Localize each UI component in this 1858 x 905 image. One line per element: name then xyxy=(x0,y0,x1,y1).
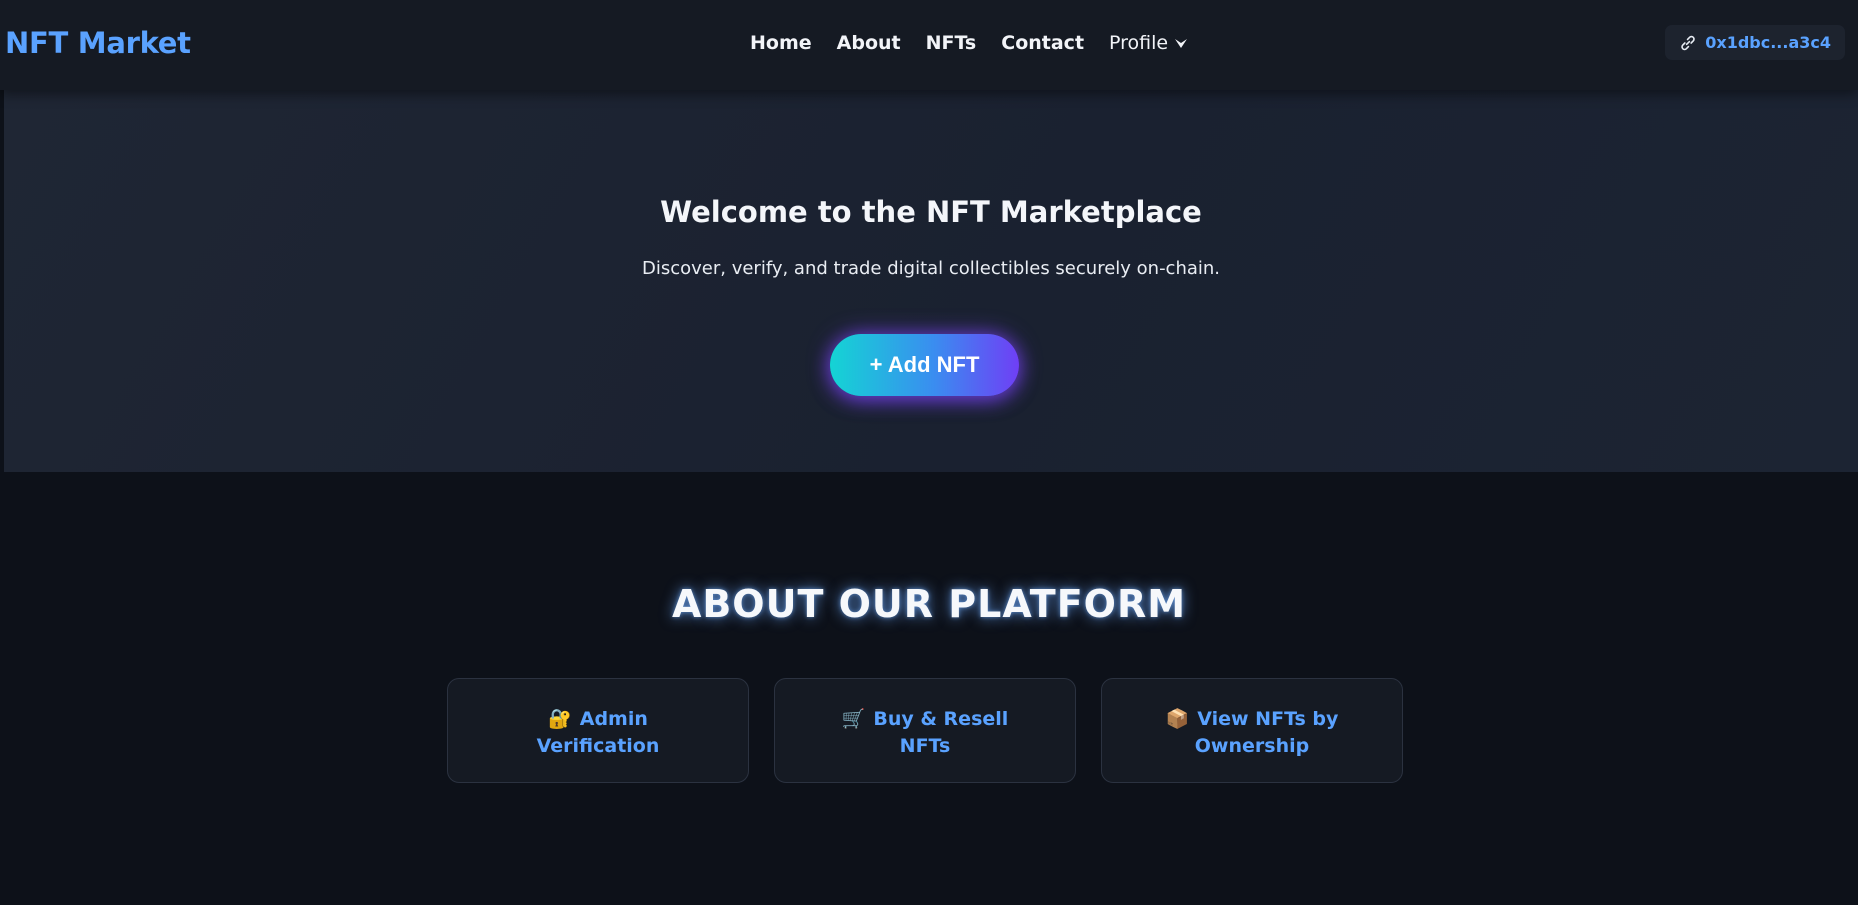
hero-section: Welcome to the NFT Marketplace Discover,… xyxy=(4,90,1858,472)
nav-contact-link[interactable]: Contact xyxy=(1001,32,1084,54)
hero-subtitle: Discover, verify, and trade digital coll… xyxy=(641,258,1221,279)
wallet-address-button[interactable]: 0x1dbc...a3c4 xyxy=(1665,25,1845,60)
package-icon: 📦 xyxy=(1165,708,1190,730)
feature-card-admin-verification[interactable]: 🔐 Admin Verification xyxy=(447,678,749,783)
nav-home-link[interactable]: Home xyxy=(750,32,812,54)
add-nft-button[interactable]: + Add NFT xyxy=(830,334,1019,396)
link-icon xyxy=(1681,35,1695,50)
nav-nfts-link[interactable]: NFTs xyxy=(926,32,977,54)
feature-cards: 🔐 Admin Verification 🛒 Buy & Resell NFTs 📦… xyxy=(447,678,1403,783)
navbar: NFT Market Home About NFTs Contact Profi… xyxy=(0,0,1858,90)
nav-profile-label: Profile xyxy=(1109,32,1169,54)
feature-card-buy-resell[interactable]: 🛒 Buy & Resell NFTs xyxy=(774,678,1076,783)
feature-card-label: View NFTs by Ownership xyxy=(1194,708,1339,757)
about-title: ABOUT OUR PLATFORM xyxy=(671,582,1187,626)
about-section: ABOUT OUR PLATFORM 🔐 Admin Verification 🛒… xyxy=(0,472,1858,905)
nav-about-link[interactable]: About xyxy=(837,32,901,54)
lock-key-icon: 🔐 xyxy=(548,708,572,730)
chevron-down-icon xyxy=(1175,39,1188,48)
wallet-address-text: 0x1dbc...a3c4 xyxy=(1705,33,1831,52)
hero-title: Welcome to the NFT Marketplace xyxy=(660,195,1202,229)
feature-card-ownership[interactable]: 📦 View NFTs by Ownership xyxy=(1101,678,1403,783)
nav-links: Home About NFTs Contact Profile xyxy=(750,32,1188,54)
nav-profile-dropdown[interactable]: Profile xyxy=(1109,32,1188,54)
shopping-cart-icon: 🛒 xyxy=(841,708,866,730)
feature-card-label: Buy & Resell NFTs xyxy=(873,708,1009,757)
brand-logo[interactable]: NFT Market xyxy=(5,26,191,60)
